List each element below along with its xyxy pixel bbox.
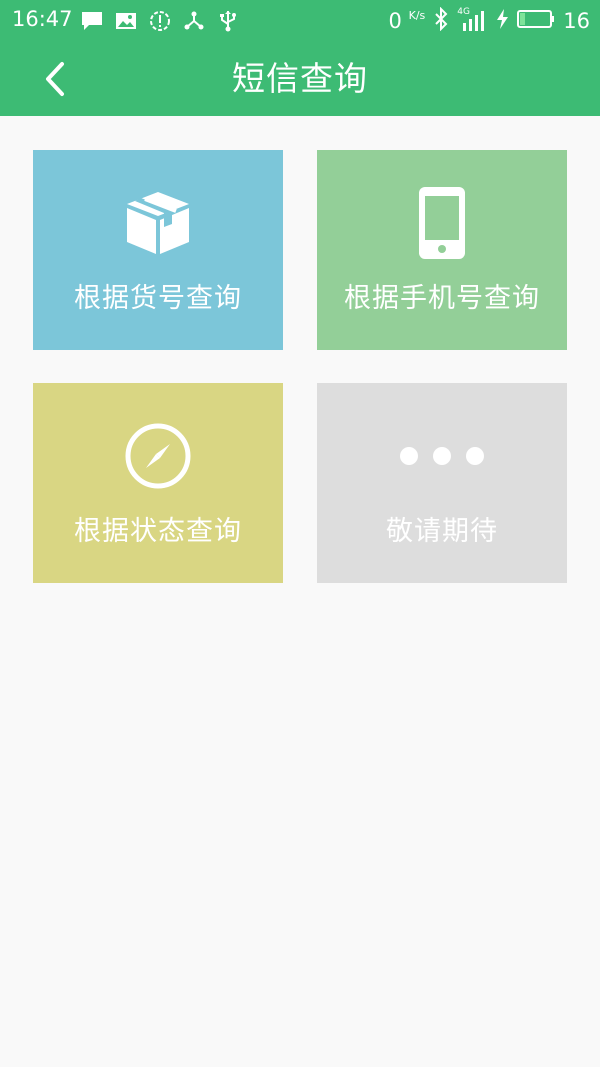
more-dots-icon: [317, 419, 567, 493]
compass-icon: [33, 419, 283, 493]
message-icon: [80, 9, 104, 33]
share-icon: [182, 9, 206, 33]
tile-label: 敬请期待: [386, 516, 498, 547]
speed-unit: K/s: [408, 9, 426, 22]
coming-soon-tile[interactable]: 敬请期待: [317, 383, 567, 583]
battery-icon: [517, 9, 555, 34]
alert-icon: [148, 9, 172, 33]
usb-icon: [216, 9, 240, 33]
system-status: 0 K/s 4G 16: [389, 6, 590, 36]
speed-value: 0: [388, 9, 402, 33]
status-time: 16:47: [12, 7, 73, 31]
app-header: 短信查询: [0, 42, 600, 116]
image-icon: [114, 9, 138, 33]
page-title: 短信查询: [232, 59, 368, 98]
package-icon: [33, 186, 283, 260]
phone-icon: [317, 186, 567, 260]
query-by-phone-tile[interactable]: 根据手机号查询: [317, 150, 567, 350]
notification-icons: [80, 9, 240, 33]
bluetooth-icon: [433, 6, 449, 36]
query-by-status-tile[interactable]: 根据状态查询: [33, 383, 283, 583]
signal-icon: 4G: [457, 7, 487, 33]
charging-icon: [495, 8, 509, 35]
tile-label: 根据状态查询: [74, 516, 242, 547]
query-by-item-tile[interactable]: 根据货号查询: [33, 150, 283, 350]
network-speed: 0 K/s: [389, 9, 426, 33]
status-bar: 16:47 0 K/s 4G 16: [0, 0, 600, 42]
tile-label: 根据货号查询: [74, 283, 242, 314]
battery-level: 16: [563, 9, 590, 33]
tile-label: 根据手机号查询: [344, 283, 540, 314]
